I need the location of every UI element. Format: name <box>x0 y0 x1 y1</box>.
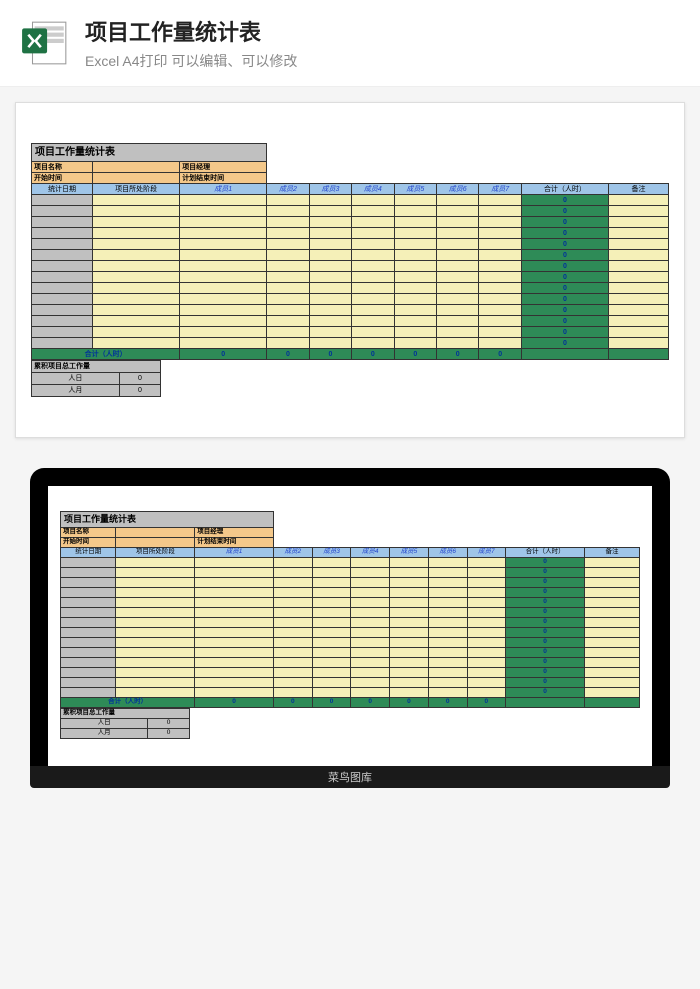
table-row[interactable]: 0 <box>32 272 669 283</box>
table-row[interactable]: 0 <box>61 658 640 668</box>
table-row[interactable]: 0 <box>61 558 640 568</box>
table-row[interactable]: 0 <box>61 688 640 698</box>
col-stat-date: 统计日期 <box>32 184 93 195</box>
table-row[interactable]: 0 <box>32 338 669 349</box>
table-row[interactable]: 0 <box>32 316 669 327</box>
table-row[interactable]: 0 <box>32 239 669 250</box>
table-row[interactable]: 0 <box>32 261 669 272</box>
watermark-text: 菜鸟图库 <box>328 769 372 785</box>
workload-table: 项目工作量统计表 项目名称 项目经理 开始时间 计划结束时间 <box>60 511 640 708</box>
col-remark: 备注 <box>609 184 669 195</box>
col-member-6: 成员6 <box>437 184 479 195</box>
table-row[interactable]: 0 <box>32 217 669 228</box>
table-row[interactable]: 0 <box>32 305 669 316</box>
total-row: 合计（人时） 0 0 0 0 0 0 0 <box>32 349 669 360</box>
summary-row: 人日0 <box>32 373 161 385</box>
label-project-manager: 项目经理 <box>180 162 267 173</box>
laptop-frame: 项目工作量统计表 项目名称 项目经理 开始时间 计划结束时间 <box>30 468 670 766</box>
table-row[interactable]: 0 <box>61 588 640 598</box>
workload-table: 项目工作量统计表 项目名称 项目经理 开始时间 计划结束时间 统计日期 项目所处… <box>31 143 669 360</box>
col-total: 合计（人时） <box>521 184 608 195</box>
laptop-screen: 项目工作量统计表 项目名称 项目经理 开始时间 计划结束时间 <box>48 486 652 766</box>
laptop-base: 菜鸟图库 <box>30 766 670 788</box>
total-row: 合计（人时） 0 0 0 0 0 0 0 <box>61 698 640 708</box>
table-row[interactable]: 0 <box>61 638 640 648</box>
table-row[interactable]: 0 <box>61 578 640 588</box>
table-row[interactable]: 0 <box>32 228 669 239</box>
table-row[interactable]: 0 <box>32 250 669 261</box>
table-row[interactable]: 0 <box>32 294 669 305</box>
table-row[interactable]: 0 <box>32 195 669 206</box>
table-row[interactable]: 0 <box>32 283 669 294</box>
laptop-preview: 项目工作量统计表 项目名称 项目经理 开始时间 计划结束时间 <box>0 468 700 788</box>
summary-table: 累积项目总工作量 人日0 人月0 <box>31 360 161 397</box>
page-title: 项目工作量统计表 <box>85 15 297 47</box>
col-member-5: 成员5 <box>394 184 436 195</box>
excel-icon <box>20 18 70 68</box>
col-member-1: 成员1 <box>180 184 267 195</box>
table-row[interactable]: 0 <box>32 327 669 338</box>
sheet-title: 项目工作量统计表 <box>32 144 267 162</box>
col-member-2: 成员2 <box>267 184 309 195</box>
table-row[interactable]: 0 <box>32 206 669 217</box>
label-plan-end: 计划结束时间 <box>180 173 267 184</box>
col-member-3: 成员3 <box>309 184 351 195</box>
label-start-time: 开始时间 <box>32 173 93 184</box>
table-row[interactable]: 0 <box>61 598 640 608</box>
spreadsheet-1: 项目工作量统计表 项目名称 项目经理 开始时间 计划结束时间 统计日期 项目所处… <box>31 143 669 397</box>
page-header: 项目工作量统计表 Excel A4打印 可以编辑、可以修改 <box>0 0 700 87</box>
value-project-name[interactable] <box>93 162 180 173</box>
sheet-title: 项目工作量统计表 <box>61 512 274 528</box>
summary-table: 累积项目总工作量 人日0 人月0 <box>60 708 190 739</box>
table-row[interactable]: 0 <box>61 648 640 658</box>
value-start-time[interactable] <box>93 173 180 184</box>
summary-row: 人月0 <box>32 385 161 397</box>
col-member-7: 成员7 <box>479 184 521 195</box>
table-row[interactable]: 0 <box>61 618 640 628</box>
table-row[interactable]: 0 <box>61 668 640 678</box>
preview-card-1: 项目工作量统计表 项目名称 项目经理 开始时间 计划结束时间 统计日期 项目所处… <box>15 102 685 438</box>
table-row[interactable]: 0 <box>61 608 640 618</box>
label-project-name: 项目名称 <box>32 162 93 173</box>
page-subtitle: Excel A4打印 可以编辑、可以修改 <box>85 51 297 71</box>
table-row[interactable]: 0 <box>61 628 640 638</box>
table-row[interactable]: 0 <box>61 678 640 688</box>
col-member-4: 成员4 <box>352 184 394 195</box>
col-phase: 项目所处阶段 <box>93 184 180 195</box>
summary-title: 累积项目总工作量 <box>32 361 161 373</box>
spreadsheet-2: 项目工作量统计表 项目名称 项目经理 开始时间 计划结束时间 <box>60 511 640 739</box>
table-row[interactable]: 0 <box>61 568 640 578</box>
